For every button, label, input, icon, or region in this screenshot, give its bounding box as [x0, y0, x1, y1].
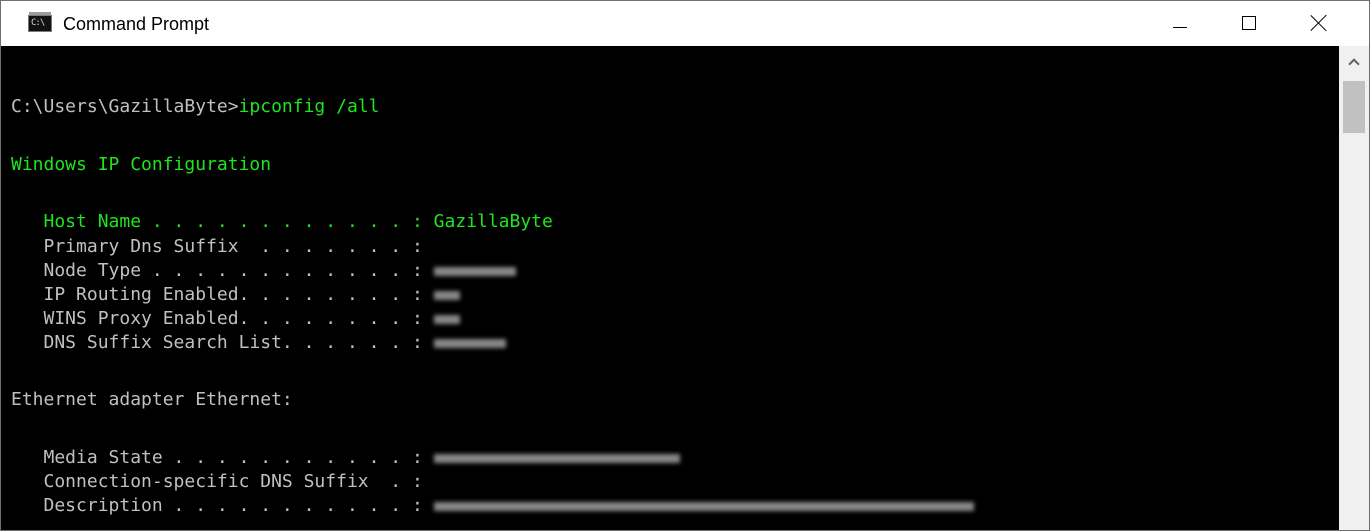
- node-type-label: Node Type . . . . . . . . . . . . :: [11, 260, 434, 281]
- console-output[interactable]: C:\Users\GazillaByte>ipconfig /all Windo…: [1, 46, 1339, 530]
- host-name-line: Host Name . . . . . . . . . . . . : Gazi…: [11, 210, 553, 234]
- description-label: Description . . . . . . . . . . . :: [11, 495, 434, 516]
- maximize-icon: [1242, 16, 1256, 30]
- redacted-value: [433, 290, 460, 300]
- redacted-value: [433, 338, 506, 348]
- window-title: Command Prompt: [63, 14, 210, 34]
- redacted-value: [433, 453, 680, 463]
- host-name-label: Host Name . . . . . . . . . . . . :: [11, 211, 434, 232]
- cmd-console-icon[interactable]: C:\: [28, 12, 52, 32]
- host-name-value: GazillaByte: [433, 211, 553, 232]
- command-prompt-window: C:\ Command Prompt C:\Users\GazillaByte>…: [0, 0, 1370, 531]
- dns-search-line: DNS Suffix Search List. . . . . . :: [11, 331, 506, 355]
- media-state-label: Media State . . . . . . . . . . . :: [11, 447, 434, 468]
- close-icon: [1311, 15, 1327, 31]
- redacted-value: [433, 266, 516, 276]
- app-icon-label: C:\: [31, 18, 45, 28]
- connection-dns-line: Connection-specific DNS Suffix . :: [11, 471, 423, 492]
- redacted-value: [433, 314, 460, 324]
- wins-proxy-label: WINS Proxy Enabled. . . . . . . . :: [11, 308, 434, 329]
- chevron-up-icon[interactable]: [1339, 46, 1369, 79]
- primary-dns-line: Primary Dns Suffix . . . . . . . :: [11, 236, 423, 257]
- prompt-line: C:\Users\GazillaByte>ipconfig /all: [11, 95, 379, 119]
- close-button[interactable]: [1288, 1, 1348, 46]
- scrollbar-thumb[interactable]: [1343, 81, 1365, 133]
- section-header: Windows IP Configuration: [11, 154, 272, 175]
- prompt-path: C:\Users\GazillaByte>: [11, 96, 239, 117]
- ip-routing-label: IP Routing Enabled. . . . . . . . :: [11, 284, 434, 305]
- dns-search-label: DNS Suffix Search List. . . . . . :: [11, 332, 434, 353]
- minimize-button[interactable]: [1149, 1, 1209, 46]
- wins-proxy-line: WINS Proxy Enabled. . . . . . . . :: [11, 307, 460, 331]
- redacted-value: [433, 501, 974, 511]
- typed-command: ipconfig /all: [238, 96, 380, 117]
- description-line: Description . . . . . . . . . . . :: [11, 494, 974, 518]
- ethernet-header: Ethernet adapter Ethernet:: [11, 389, 293, 410]
- title-bar[interactable]: C:\ Command Prompt: [1, 1, 1369, 46]
- vertical-scrollbar[interactable]: [1339, 46, 1369, 530]
- minimize-icon: [1173, 27, 1187, 28]
- node-type-line: Node Type . . . . . . . . . . . . :: [11, 259, 516, 283]
- media-state-line: Media State . . . . . . . . . . . :: [11, 446, 680, 470]
- ip-routing-line: IP Routing Enabled. . . . . . . . :: [11, 283, 460, 307]
- maximize-button[interactable]: [1218, 1, 1278, 46]
